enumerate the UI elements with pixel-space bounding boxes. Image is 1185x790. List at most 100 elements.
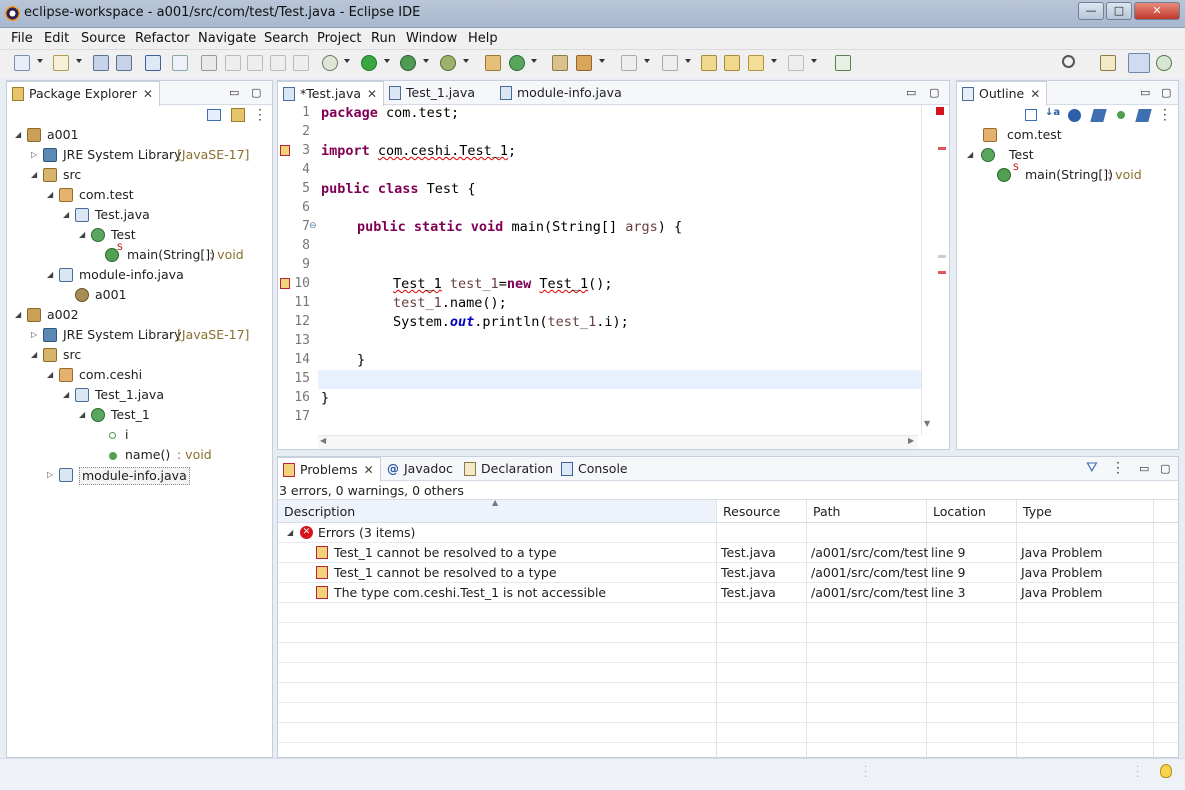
search-icon[interactable] (1062, 55, 1075, 68)
scroll-right-arrow[interactable]: ▶ (908, 436, 914, 445)
menu-window[interactable]: Window (406, 31, 457, 46)
java-perspective-icon[interactable] (1128, 53, 1150, 73)
maximize-icon[interactable]: ▢ (929, 86, 939, 99)
block-select-icon[interactable] (247, 55, 263, 71)
error-overview-icon[interactable] (936, 107, 944, 115)
scroll-left-arrow[interactable]: ◀ (320, 436, 326, 445)
menu-refactor[interactable]: Refactor (135, 31, 190, 46)
ruler-mark[interactable] (938, 255, 946, 258)
close-icon[interactable]: ✕ (364, 463, 374, 477)
terminal-icon[interactable] (145, 55, 161, 71)
expand-icon[interactable]: ◢ (287, 528, 293, 537)
problem-row[interactable]: The type com.ceshi.Test_1 is not accessi… (278, 583, 1178, 603)
error-ruler-mark[interactable] (938, 147, 946, 150)
minimize-icon[interactable]: ▭ (1140, 86, 1150, 99)
debug-perspective-icon[interactable] (1156, 55, 1172, 71)
filter-icon[interactable]: ⛛ (1086, 460, 1098, 476)
column-type[interactable]: Type (1017, 500, 1154, 522)
minimize-button[interactable]: — (1078, 2, 1104, 20)
close-icon[interactable]: ✕ (1030, 87, 1040, 101)
code-line-14[interactable]: } (357, 352, 365, 368)
menu-edit[interactable]: Edit (44, 31, 69, 46)
show-whitespace-icon[interactable] (293, 55, 309, 71)
highlight-icon[interactable] (225, 55, 241, 71)
forward-icon[interactable] (788, 55, 804, 71)
close-button[interactable]: ✕ (1134, 2, 1180, 20)
tab-javadoc[interactable]: @ Javadoc (382, 457, 459, 481)
tab-declaration[interactable]: Declaration (459, 457, 559, 481)
menu-source[interactable]: Source (81, 31, 126, 46)
problem-row[interactable]: Test_1 cannot be resolved to a type Test… (278, 543, 1178, 563)
word-wrap-icon[interactable] (270, 55, 286, 71)
menu-run[interactable]: Run (371, 31, 396, 46)
new-class-icon[interactable] (509, 55, 525, 71)
code-line-10[interactable]: Test_1 test_1=new Test_1(); (393, 276, 613, 292)
last-edit-icon[interactable] (701, 55, 717, 71)
code-line-12[interactable]: System.out.println(test_1.i); (393, 314, 629, 330)
next-annotation-icon[interactable] (621, 55, 637, 71)
fold-toggle-icon[interactable]: ⊖ (309, 221, 317, 231)
minimize-icon[interactable]: ▭ (906, 86, 916, 99)
code-line-7[interactable]: public static void main(String[] args) { (357, 219, 682, 235)
maximize-icon[interactable]: ▢ (1160, 462, 1170, 475)
maximize-button[interactable]: □ (1106, 2, 1132, 20)
last-edit-forward-icon[interactable] (724, 55, 740, 71)
minimize-icon[interactable]: ▭ (229, 86, 239, 99)
link-with-editor-icon[interactable] (231, 108, 245, 122)
run-icon[interactable] (361, 55, 377, 71)
menu-file[interactable]: File (11, 31, 33, 46)
toggle-mark-icon[interactable] (201, 55, 217, 71)
column-resource[interactable]: Resource (717, 500, 807, 522)
code-line-3[interactable]: import com.ceshi.Test_1; (321, 143, 516, 159)
menu-navigate[interactable]: Navigate (198, 31, 256, 46)
maximize-icon[interactable]: ▢ (1161, 86, 1171, 99)
tab-module-info[interactable]: module-info.java (495, 81, 628, 105)
debug-icon[interactable] (322, 55, 338, 71)
code-line-5[interactable]: public class Test { (321, 181, 475, 197)
code-line-16[interactable]: } (321, 390, 329, 406)
menu-project[interactable]: Project (317, 31, 361, 46)
close-icon[interactable]: ✕ (143, 87, 153, 101)
open-type-icon[interactable] (552, 55, 568, 71)
error-ruler-mark[interactable] (938, 271, 946, 274)
problem-group-errors[interactable]: ◢ ✕ Errors (3 items) (278, 523, 1178, 543)
tab-test1-java[interactable]: Test_1.java (384, 81, 481, 105)
hide-nonpublic-icon[interactable] (1117, 111, 1125, 119)
hide-local-types-icon[interactable] (1135, 109, 1152, 122)
column-path[interactable]: Path (807, 500, 927, 522)
view-menu-icon[interactable]: · · · (1116, 457, 1120, 479)
problem-row[interactable]: Test_1 cannot be resolved to a type Test… (278, 563, 1178, 583)
code-line-1[interactable]: package com.test; (321, 105, 459, 121)
collapse-all-icon[interactable] (207, 109, 221, 121)
tip-lightbulb-icon[interactable] (1160, 764, 1172, 778)
close-icon[interactable]: ✕ (367, 87, 377, 101)
tab-test-java[interactable]: *Test.java ✕ (277, 81, 385, 106)
pin-editor-icon[interactable] (835, 55, 851, 71)
collapse-all-icon[interactable] (1025, 109, 1037, 121)
hide-static-icon[interactable] (1090, 109, 1107, 122)
new-type-icon[interactable] (53, 55, 69, 71)
open-perspective-icon[interactable] (1100, 55, 1116, 71)
previous-annotation-icon[interactable] (662, 55, 678, 71)
save-icon[interactable] (93, 55, 109, 71)
tab-problems[interactable]: Problems ✕ (277, 457, 381, 482)
menu-help[interactable]: Help (468, 31, 498, 46)
back-icon[interactable] (748, 55, 764, 71)
error-marker-icon[interactable] (280, 278, 290, 289)
maximize-icon[interactable]: ▢ (251, 86, 261, 99)
column-location[interactable]: Location (927, 500, 1017, 522)
horizontal-scrollbar[interactable] (318, 435, 918, 449)
external-tools-icon[interactable] (440, 55, 456, 71)
tab-package-explorer[interactable]: Package Explorer ✕ (6, 81, 160, 106)
tab-outline[interactable]: Outline ✕ (956, 81, 1048, 106)
view-menu-icon[interactable]: · · · (258, 104, 262, 126)
tab-console[interactable]: Console (556, 457, 634, 481)
scroll-down-arrow[interactable]: ▼ (924, 419, 930, 428)
menu-search[interactable]: Search (264, 31, 309, 46)
new-icon[interactable] (14, 55, 30, 71)
minimize-icon[interactable]: ▭ (1139, 462, 1149, 475)
coverage-icon[interactable] (400, 55, 416, 71)
hide-fields-icon[interactable] (1068, 109, 1081, 122)
save-all-icon[interactable] (116, 55, 132, 71)
search-tool-icon[interactable] (576, 55, 592, 71)
